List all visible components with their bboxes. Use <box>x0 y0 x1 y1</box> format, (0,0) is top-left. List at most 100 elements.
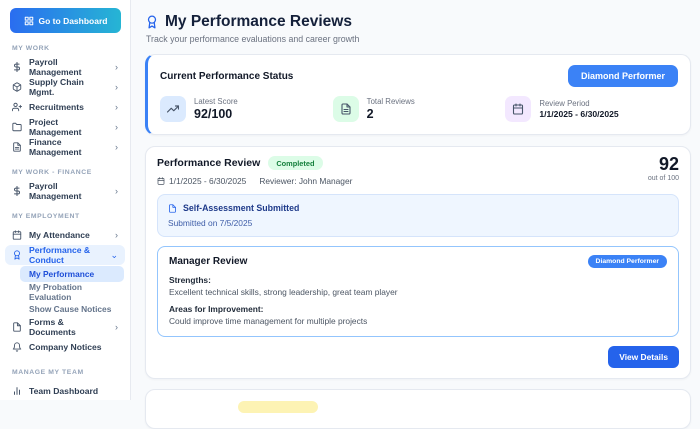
sidebar-subitem-my-probation-evaluation[interactable]: My Probation Evaluation <box>0 283 130 300</box>
calendar-icon <box>12 230 22 240</box>
chevron-right-icon: › <box>115 103 118 112</box>
sidebar-item-payroll-management-finance[interactable]: Payroll Management › <box>0 181 130 201</box>
sidebar-item-label: My Attendance <box>29 230 90 240</box>
sidebar-item-label: Project Management <box>29 117 108 137</box>
self-assessment-box: Self-Assessment Submitted Submitted on 7… <box>157 194 679 237</box>
dollar-icon <box>12 186 22 196</box>
file-icon <box>12 322 22 332</box>
sidebar-item-project-management[interactable]: Project Management › <box>0 117 130 137</box>
next-review-card-partial <box>145 389 691 429</box>
calendar-icon <box>157 177 165 185</box>
sidebar-subitem-label: My Probation Evaluation <box>29 282 118 302</box>
section-label-manage-my-team: MANAGE MY TEAM <box>0 357 130 381</box>
review-score: 92 out of 100 <box>648 155 679 182</box>
sidebar-item-forms-documents[interactable]: Forms & Documents › <box>0 317 130 337</box>
reviewer-text: Reviewer: John Manager <box>259 176 352 186</box>
go-to-dashboard-button[interactable]: Go to Dashboard <box>10 8 121 33</box>
dashboard-grid-icon <box>24 16 34 26</box>
chevron-right-icon: › <box>115 63 118 72</box>
chevron-right-icon: › <box>115 231 118 240</box>
award-icon <box>12 250 22 260</box>
folder-icon <box>12 122 22 132</box>
section-label-my-work-finance: MY WORK - FINANCE <box>0 157 130 181</box>
sidebar-item-label: Recruitments <box>29 102 84 112</box>
calendar-icon <box>505 96 531 122</box>
sidebar-item-label: Supply Chain Mgmt. <box>29 77 108 97</box>
go-to-dashboard-label: Go to Dashboard <box>39 16 108 26</box>
file-text-icon <box>333 96 359 122</box>
trending-up-icon <box>160 96 186 122</box>
section-label-my-work: MY WORK <box>0 33 130 57</box>
sidebar-item-recruitments[interactable]: Recruitments › <box>0 97 130 117</box>
section-label-my-employment: MY EMPLOYMENT <box>0 201 130 225</box>
file-text-icon <box>12 142 22 152</box>
page-header: My Performance Reviews <box>145 10 691 31</box>
strengths-label: Strengths: <box>169 275 667 285</box>
bar-chart-icon <box>12 386 22 396</box>
manager-review-box: Manager Review Diamond Performer Strengt… <box>157 246 679 337</box>
main-content: My Performance Reviews Track your perfor… <box>131 0 700 400</box>
sidebar-subitem-label: Show Cause Notices <box>29 304 111 314</box>
sidebar-item-label: Forms & Documents <box>29 317 108 337</box>
chevron-down-icon: ⌄ <box>110 251 118 260</box>
sidebar-item-label: Finance Management <box>29 137 108 157</box>
sidebar-item-label: Team Dashboard <box>29 386 98 396</box>
dollar-icon <box>12 62 22 72</box>
stat-latest-score: Latest Score 92/100 <box>160 96 333 122</box>
improvements-text: Could improve time management for multip… <box>169 316 667 326</box>
diamond-performer-badge[interactable]: Diamond Performer <box>568 65 678 87</box>
stat-label: Total Reviews <box>367 97 415 106</box>
bell-icon <box>12 342 22 352</box>
view-details-button[interactable]: View Details <box>608 346 679 368</box>
self-assessment-submitted-date: Submitted on 7/5/2025 <box>168 218 668 228</box>
review-period-text: 1/1/2025 - 6/30/2025 <box>169 176 246 186</box>
status-badge-completed: Completed <box>268 156 322 170</box>
sidebar-item-payroll-management[interactable]: Payroll Management › <box>0 57 130 77</box>
sidebar: Go to Dashboard MY WORK Payroll Manageme… <box>0 0 131 400</box>
sidebar-subitem-my-performance[interactable]: My Performance <box>20 266 124 282</box>
package-icon <box>12 82 22 92</box>
sidebar-item-finance-management[interactable]: Finance Management › <box>0 137 130 157</box>
sidebar-item-label: Payroll Management <box>29 57 108 77</box>
chevron-right-icon: › <box>115 83 118 92</box>
review-card-title: Performance Review <box>157 157 260 169</box>
status-badge-pending <box>238 401 318 413</box>
sidebar-item-label: Performance & Conduct <box>29 245 103 265</box>
sidebar-item-label: Company Notices <box>29 342 102 352</box>
strengths-text: Excellent technical skills, strong leade… <box>169 287 667 297</box>
current-performance-status-card: Current Performance Status Diamond Perfo… <box>145 54 691 135</box>
chevron-right-icon: › <box>115 323 118 332</box>
chevron-right-icon: › <box>115 143 118 152</box>
performance-review-card: Performance Review Completed 92 out of 1… <box>145 146 691 379</box>
status-stats-row: Latest Score 92/100 Total Reviews 2 <box>160 96 678 122</box>
manager-review-title: Manager Review <box>169 256 247 267</box>
score-caption: out of 100 <box>648 175 679 182</box>
sidebar-item-performance-conduct[interactable]: Performance & Conduct ⌄ <box>5 245 125 265</box>
award-ribbon-icon <box>145 15 159 29</box>
stat-review-period: Review Period 1/1/2025 - 6/30/2025 <box>505 96 678 122</box>
sidebar-item-label: Payroll Management <box>29 181 108 201</box>
self-assessment-title: Self-Assessment Submitted <box>183 203 299 213</box>
sidebar-item-company-notices[interactable]: Company Notices <box>0 337 130 357</box>
sidebar-item-supply-chain[interactable]: Supply Chain Mgmt. › <box>0 77 130 97</box>
sidebar-subitem-show-cause-notices[interactable]: Show Cause Notices <box>0 300 130 317</box>
stat-value: 1/1/2025 - 6/30/2025 <box>539 109 618 119</box>
score-value: 92 <box>648 155 679 173</box>
file-icon <box>168 204 177 213</box>
page-title: My Performance Reviews <box>165 13 352 31</box>
chevron-right-icon: › <box>115 123 118 132</box>
sidebar-item-team-dashboard[interactable]: Team Dashboard <box>0 381 130 401</box>
stat-label: Latest Score <box>194 97 238 106</box>
stat-label: Review Period <box>539 99 618 108</box>
chevron-right-icon: › <box>115 187 118 196</box>
app-window: Go to Dashboard MY WORK Payroll Manageme… <box>0 0 700 400</box>
diamond-performer-badge-small: Diamond Performer <box>588 255 667 268</box>
status-card-title: Current Performance Status <box>160 71 293 82</box>
stat-total-reviews: Total Reviews 2 <box>333 96 506 122</box>
improvements-label: Areas for Improvement: <box>169 304 667 314</box>
user-plus-icon <box>12 102 22 112</box>
sidebar-subitem-label: My Performance <box>29 269 94 279</box>
page-subtitle: Track your performance evaluations and c… <box>146 34 691 44</box>
sidebar-item-my-attendance[interactable]: My Attendance › <box>0 225 130 245</box>
stat-value: 92/100 <box>194 107 238 121</box>
